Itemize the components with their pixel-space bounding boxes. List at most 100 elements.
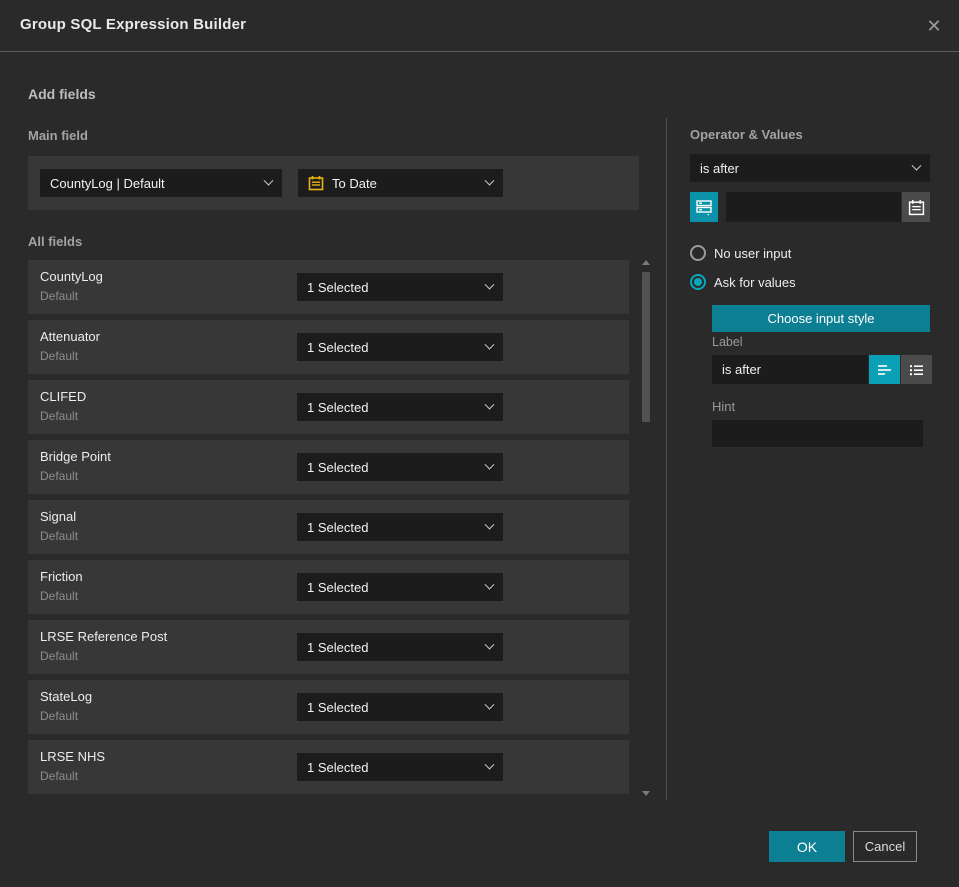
attribute-select-value: To Date xyxy=(332,175,377,191)
calendar-icon xyxy=(908,199,924,215)
chevron-down-icon xyxy=(263,175,274,186)
radio-no-user-input-label: No user input xyxy=(714,245,792,261)
field-row: CLIFED Default 1 Selected xyxy=(28,380,629,434)
chevron-down-icon xyxy=(484,519,495,530)
radio-no-user-input[interactable]: No user input xyxy=(690,245,791,261)
field-source: Default xyxy=(40,409,79,423)
field-selection-dropdown[interactable]: 1 Selected xyxy=(297,453,503,481)
scrollbar-thumb[interactable] xyxy=(642,272,650,422)
field-source: Default xyxy=(40,709,79,723)
radio-ask-for-values-label: Ask for values xyxy=(714,274,796,290)
input-style-single-toggle[interactable] xyxy=(869,355,900,384)
field-selection-dropdown[interactable]: 1 Selected xyxy=(297,753,503,781)
chevron-down-icon xyxy=(484,175,495,186)
field-selection-value: 1 Selected xyxy=(307,279,369,295)
all-fields-label: All fields xyxy=(28,234,83,249)
field-selection-value: 1 Selected xyxy=(307,399,369,415)
operator-select-value: is after xyxy=(700,160,740,176)
close-icon[interactable]: ✕ xyxy=(923,15,945,37)
list-values-icon xyxy=(696,200,712,216)
chevron-down-icon xyxy=(484,459,495,470)
field-row: LRSE NHS Default 1 Selected xyxy=(28,740,629,794)
field-source: Default xyxy=(40,349,79,363)
value-source-button[interactable] xyxy=(690,192,718,222)
field-selection-value: 1 Selected xyxy=(307,459,369,475)
field-selection-dropdown[interactable]: 1 Selected xyxy=(297,693,503,721)
field-name: LRSE NHS xyxy=(40,749,106,764)
main-field-select[interactable]: CountyLog | Default xyxy=(40,169,282,197)
field-selection-value: 1 Selected xyxy=(307,579,369,595)
attribute-select[interactable]: To Date xyxy=(298,169,503,197)
dialog-title: Group SQL Expression Builder xyxy=(20,16,247,33)
field-selection-value: 1 Selected xyxy=(307,339,369,355)
chevron-down-icon xyxy=(484,339,495,350)
field-source: Default xyxy=(40,769,79,783)
field-source: Default xyxy=(40,589,79,603)
field-name: Signal xyxy=(40,509,77,524)
operator-select[interactable]: is after xyxy=(690,154,930,182)
field-selection-dropdown[interactable]: 1 Selected xyxy=(297,573,503,601)
field-row: Friction Default 1 Selected xyxy=(28,560,629,614)
field-name: CountyLog xyxy=(40,269,103,284)
operator-values-label: Operator & Values xyxy=(690,127,803,142)
input-style-list-toggle[interactable] xyxy=(901,355,932,384)
main-field-select-value: CountyLog | Default xyxy=(50,175,165,191)
main-field-panel: CountyLog | Default To Date xyxy=(28,156,639,210)
field-selection-dropdown[interactable]: 1 Selected xyxy=(297,393,503,421)
field-selection-value: 1 Selected xyxy=(307,519,369,535)
all-fields-list: CountyLog Default 1 Selected Attenuator … xyxy=(28,260,629,800)
field-selection-value: 1 Selected xyxy=(307,639,369,655)
field-name: LRSE Reference Post xyxy=(40,629,168,644)
field-source: Default xyxy=(40,289,79,303)
field-selection-dropdown[interactable]: 1 Selected xyxy=(297,633,503,661)
ok-button[interactable]: OK xyxy=(769,831,845,862)
chevron-down-icon xyxy=(911,160,922,171)
chevron-down-icon xyxy=(484,579,495,590)
date-picker-button[interactable] xyxy=(902,192,930,222)
radio-selected-icon xyxy=(690,274,706,290)
field-row: Signal Default 1 Selected xyxy=(28,500,629,554)
hint-caption: Hint xyxy=(712,399,736,414)
chevron-down-icon xyxy=(484,699,495,710)
field-name: StateLog xyxy=(40,689,93,704)
field-selection-value: 1 Selected xyxy=(307,759,369,775)
hint-input[interactable] xyxy=(712,420,923,447)
field-selection-dropdown[interactable]: 1 Selected xyxy=(297,273,503,301)
cancel-button[interactable]: Cancel xyxy=(853,831,917,862)
field-source: Default xyxy=(40,649,79,663)
date-value-input[interactable] xyxy=(726,192,901,222)
main-field-label: Main field xyxy=(28,128,88,143)
field-name: Bridge Point xyxy=(40,449,111,464)
align-left-icon xyxy=(877,364,891,375)
field-row: Bridge Point Default 1 Selected xyxy=(28,440,629,494)
chevron-down-icon xyxy=(484,279,495,290)
add-fields-heading: Add fields xyxy=(28,86,96,102)
scroll-up-icon[interactable] xyxy=(642,260,650,265)
field-row: StateLog Default 1 Selected xyxy=(28,680,629,734)
field-name: CLIFED xyxy=(40,389,87,404)
bullet-list-icon xyxy=(909,364,923,375)
choose-input-style-button[interactable]: Choose input style xyxy=(712,305,930,332)
field-name: Friction xyxy=(40,569,83,584)
calendar-icon xyxy=(308,176,324,191)
chevron-down-icon xyxy=(484,399,495,410)
label-caption: Label xyxy=(712,335,743,349)
field-source: Default xyxy=(40,529,79,543)
radio-ask-for-values[interactable]: Ask for values xyxy=(690,274,796,290)
field-row: LRSE Reference Post Default 1 Selected xyxy=(28,620,629,674)
field-selection-dropdown[interactable]: 1 Selected xyxy=(297,333,503,361)
field-source: Default xyxy=(40,469,79,483)
field-row: Attenuator Default 1 Selected xyxy=(28,320,629,374)
field-selection-value: 1 Selected xyxy=(307,699,369,715)
chevron-down-icon xyxy=(484,759,495,770)
field-name: Attenuator xyxy=(40,329,100,344)
label-input[interactable] xyxy=(712,355,868,384)
panel-divider xyxy=(666,118,667,800)
list-scrollbar[interactable] xyxy=(641,256,651,798)
radio-unselected-icon xyxy=(690,245,706,261)
dialog-header: Group SQL Expression Builder ✕ xyxy=(0,0,959,52)
field-row: CountyLog Default 1 Selected xyxy=(28,260,629,314)
scroll-down-icon[interactable] xyxy=(642,791,650,796)
chevron-down-icon xyxy=(484,639,495,650)
field-selection-dropdown[interactable]: 1 Selected xyxy=(297,513,503,541)
